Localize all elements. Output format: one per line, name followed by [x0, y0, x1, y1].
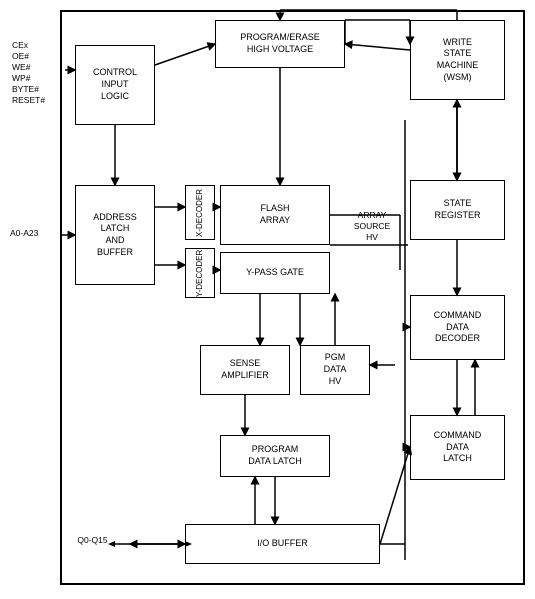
program-erase-hv-block: PROGRAM/ERASE HIGH VOLTAGE — [215, 20, 345, 68]
state-register-block: STATE REGISTER — [410, 180, 505, 240]
sense-amplifier-block: SENSE AMPLIFIER — [200, 345, 290, 395]
cex-label: CEx OE# WE# WP# BYTE# RESET# — [12, 40, 67, 106]
write-state-machine-block: WRITE STATE MACHINE (WSM) — [410, 20, 505, 100]
address-latch-buffer-block: ADDRESS LATCH AND BUFFER — [75, 185, 155, 285]
a0-a23-label: A0-A23 — [10, 228, 65, 239]
command-data-latch-block: COMMAND DATA LATCH — [410, 415, 505, 480]
y-pass-gate-block: Y-PASS GATE — [220, 252, 330, 294]
block-diagram: CONTROL INPUT LOGIC PROGRAM/ERASE HIGH V… — [0, 0, 535, 599]
program-data-latch-block: PROGRAM DATA LATCH — [220, 435, 330, 477]
y-decoder-block: Y-DECODER — [185, 248, 215, 298]
array-source-hv-label: ARRAY SOURCE HV — [342, 210, 402, 243]
io-buffer-block: I/O BUFFER — [185, 524, 380, 564]
pgm-data-hv-block: PGM DATA HV — [300, 345, 370, 395]
control-input-logic-block: CONTROL INPUT LOGIC — [75, 45, 155, 125]
q0-q15-label: Q0-Q15 — [65, 535, 120, 546]
x-decoder-block: X-DECODER — [185, 185, 215, 240]
flash-array-block: FLASH ARRAY — [220, 185, 330, 245]
command-data-decoder-block: COMMAND DATA DECODER — [410, 295, 505, 360]
